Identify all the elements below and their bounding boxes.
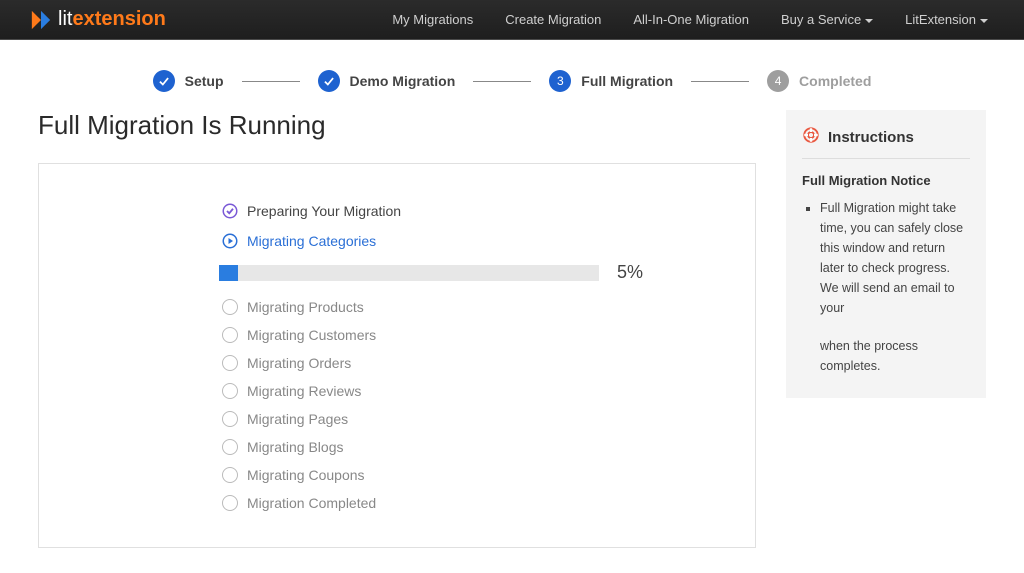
lifebuoy-icon: [802, 126, 820, 148]
page-title: Full Migration Is Running: [38, 110, 756, 141]
task-row-products: Migrating Products: [219, 299, 725, 315]
instructions-box: Instructions Full Migration Notice Full …: [786, 110, 986, 398]
main-column: Full Migration Is Running Preparing Your…: [38, 110, 756, 548]
progress-fill: [219, 265, 238, 281]
task-row-categories: Migrating Categories: [219, 232, 725, 250]
nav-buy-service[interactable]: Buy a Service: [765, 0, 889, 39]
logo-mark-icon: [30, 9, 52, 31]
chevron-down-icon: [980, 19, 988, 23]
task-label: Migrating Customers: [247, 327, 376, 343]
nav-all-in-one[interactable]: All-In-One Migration: [617, 0, 765, 39]
task-label: Migrating Reviews: [247, 383, 361, 399]
instructions-title: Instructions: [802, 126, 970, 159]
progress-text: 5%: [617, 262, 643, 283]
progress-wrap: 5%: [219, 262, 725, 283]
main-nav: My Migrations Create Migration All-In-On…: [376, 0, 1004, 39]
task-row-completed: Migration Completed: [219, 495, 725, 511]
task-row-pages: Migrating Pages: [219, 411, 725, 427]
circle-empty-icon: [219, 383, 241, 399]
task-row-preparing: Preparing Your Migration: [219, 202, 725, 220]
nav-create-migration[interactable]: Create Migration: [489, 0, 617, 39]
step-label: Completed: [799, 73, 871, 89]
nav-litextension[interactable]: LitExtension: [889, 0, 1004, 39]
task-label: Preparing Your Migration: [247, 203, 401, 219]
task-row-orders: Migrating Orders: [219, 355, 725, 371]
step-label: Full Migration: [581, 73, 673, 89]
check-circle-icon: [219, 202, 241, 220]
progress-bar: [219, 265, 599, 281]
step-done-icon: [318, 70, 340, 92]
task-label: Migrating Categories: [247, 233, 376, 249]
logo[interactable]: litextension: [30, 8, 166, 31]
circle-empty-icon: [219, 467, 241, 483]
task-row-blogs: Migrating Blogs: [219, 439, 725, 455]
task-label: Migrating Orders: [247, 355, 351, 371]
step-future-badge: 4: [767, 70, 789, 92]
task-label: Migrating Products: [247, 299, 364, 315]
logo-text: litextension: [58, 8, 166, 31]
step-current-badge: 3: [549, 70, 571, 92]
step-done-icon: [153, 70, 175, 92]
content: Full Migration Is Running Preparing Your…: [0, 110, 1024, 548]
sidebar: Instructions Full Migration Notice Full …: [786, 110, 986, 548]
task-label: Migrating Blogs: [247, 439, 344, 455]
circle-empty-icon: [219, 327, 241, 343]
task-label: Migrating Pages: [247, 411, 348, 427]
step-demo: Demo Migration: [318, 70, 456, 92]
step-connector: [691, 81, 749, 82]
notice-title: Full Migration Notice: [802, 173, 970, 188]
step-label: Setup: [185, 73, 224, 89]
circle-empty-icon: [219, 299, 241, 315]
step-setup: Setup: [153, 70, 224, 92]
step-full: 3 Full Migration: [549, 70, 673, 92]
step-connector: [242, 81, 300, 82]
migration-panel: Preparing Your Migration Migrating Categ…: [38, 163, 756, 548]
task-label: Migration Completed: [247, 495, 376, 511]
task-row-coupons: Migrating Coupons: [219, 467, 725, 483]
task-row-customers: Migrating Customers: [219, 327, 725, 343]
step-label: Demo Migration: [350, 73, 456, 89]
circle-empty-icon: [219, 355, 241, 371]
task-label: Migrating Coupons: [247, 467, 365, 483]
topbar: litextension My Migrations Create Migrat…: [0, 0, 1024, 40]
circle-empty-icon: [219, 411, 241, 427]
play-circle-icon: [219, 232, 241, 250]
nav-my-migrations[interactable]: My Migrations: [376, 0, 489, 39]
notice-list: Full Migration might take time, you can …: [802, 198, 970, 376]
stepper: Setup Demo Migration 3 Full Migration 4 …: [0, 40, 1024, 110]
step-connector: [473, 81, 531, 82]
task-row-reviews: Migrating Reviews: [219, 383, 725, 399]
circle-empty-icon: [219, 495, 241, 511]
notice-item: Full Migration might take time, you can …: [820, 198, 970, 376]
circle-empty-icon: [219, 439, 241, 455]
chevron-down-icon: [865, 19, 873, 23]
step-completed: 4 Completed: [767, 70, 871, 92]
